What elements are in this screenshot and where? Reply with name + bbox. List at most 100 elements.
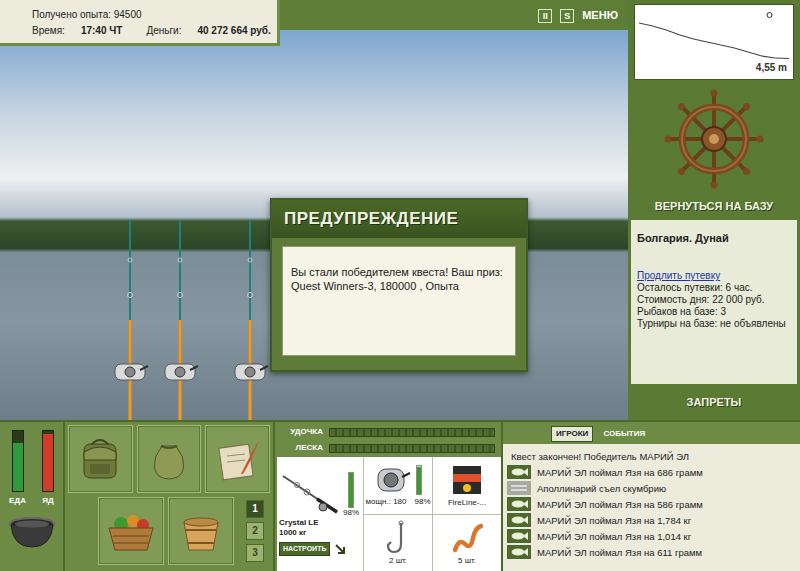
depth-segment (680, 35, 694, 39)
toolbar-button-label[interactable]: II (538, 9, 552, 23)
message-text: МАРИЙ ЭЛ поймал Язя на 611 грамм (537, 545, 702, 560)
slot-button[interactable]: 1 (246, 500, 264, 518)
location-title: Болгария. Дунай (637, 232, 791, 244)
depth-segment (694, 39, 708, 42)
toolbar-button-label[interactable]: S (560, 9, 574, 23)
bucket-icon (176, 506, 226, 556)
base-fact: Стоимость дня: 22 000 руб. (637, 294, 791, 306)
depth-map: 4,55 m (634, 4, 794, 80)
depth-segment (762, 56, 776, 58)
depth-segment (707, 42, 721, 45)
toolbar-button[interactable]: II (538, 8, 552, 23)
slot-switcher: 1 2 3 (246, 497, 264, 565)
hud-panel: Получено опыта: 94500Время:17:40 ЧТДеньг… (0, 0, 280, 46)
tune-button[interactable]: НАСТРОИТЬ (279, 542, 330, 557)
fishing-rod-icon[interactable] (110, 220, 150, 420)
message-text: МАРИЙ ЭЛ поймал Язя на 1,014 кг (537, 529, 691, 544)
line-spool-icon (449, 462, 485, 498)
chat-message: МАРИЙ ЭЛ поймал Язя на 1,014 кг (507, 528, 796, 544)
game-view: II S МЕНЮ Получено опыта: 94500Время:17:40… (0, 0, 628, 420)
meter: ЯД (42, 430, 54, 507)
slot-label[interactable]: 1 (252, 503, 258, 514)
warning-dialog[interactable]: ПРЕДУПРЕЖДЕНИЕВы стали победителем квест… (270, 198, 528, 372)
rod-icon (281, 472, 339, 516)
bans-button[interactable]: ЗАПРЕТЫ (628, 384, 800, 420)
base-info: Болгария. Дунай Продлить путевкуОсталось … (631, 220, 797, 384)
chat-tab-label[interactable]: ИГРОКИ (556, 429, 588, 438)
hook-icon (383, 520, 413, 556)
chat-tabs: ИГРОКИ СОБЫТИЯ (503, 422, 800, 444)
chat-panel: ИГРОКИ СОБЫТИЯ Квест закончен! Победитель … (503, 422, 800, 571)
food-icon (103, 506, 159, 556)
message-text: Аполлинарий съел скумбрию (537, 481, 666, 496)
rod-name: Crystal LE (279, 518, 319, 528)
depth-segment (721, 45, 735, 48)
depth-segment (666, 30, 680, 35)
depth-segment (653, 26, 667, 30)
message-text: МАРИЙ ЭЛ поймал Язя на 586 грамм (537, 497, 703, 512)
fishing-rod-icon[interactable] (160, 220, 200, 420)
fishing-rod-icon[interactable] (230, 220, 270, 420)
chat-message: Квест закончен! Победитель МАРИЙ ЭЛ (507, 448, 796, 464)
depth-segment (639, 23, 653, 26)
slot-button[interactable]: 2 (246, 522, 264, 540)
tension-bar: УДОЧКА (279, 426, 495, 438)
food-tile[interactable] (98, 497, 164, 565)
fork-knife-icon (510, 482, 528, 494)
meter-fill (43, 434, 53, 491)
float-marker (767, 13, 772, 18)
toolbar-button[interactable]: МЕНЮ (582, 7, 618, 24)
reel-power: мощн.: 180 (366, 497, 407, 507)
cauldron-icon[interactable] (7, 515, 57, 549)
backpack-tile[interactable] (68, 425, 133, 493)
fishing-scene[interactable]: ПРЕДУПРЕЖДЕНИЕВы стали победителем квест… (0, 30, 628, 420)
extend-link[interactable]: Продлить путевку (637, 270, 791, 282)
meter: ЕДА (9, 430, 26, 507)
slot-button[interactable]: 3 (246, 544, 264, 562)
tension-label: ЛЕСКА (279, 442, 329, 454)
bait-count: 5 шт. (458, 556, 476, 566)
fish-icon (510, 499, 528, 509)
message-text: Квест закончен! Победитель МАРИЙ ЭЛ (511, 449, 689, 464)
fish-icon (510, 547, 528, 557)
toolbar-button[interactable]: S (560, 8, 574, 23)
resize-arrow-icon[interactable] (334, 543, 346, 555)
map-tile[interactable] (205, 425, 270, 493)
slot-label[interactable]: 3 (252, 547, 258, 558)
map-icon (213, 434, 263, 484)
bait-cell[interactable]: 5 шт. (433, 515, 501, 571)
toolbar-button-label[interactable]: МЕНЮ (582, 7, 618, 24)
rod-cell[interactable]: 98% Crystal LE1000 кг НАСТРОИТЬ (277, 457, 363, 571)
meter-label: ЯД (42, 495, 53, 507)
chat-tab-label[interactable]: СОБЫТИЯ (603, 429, 645, 438)
fish-icon (510, 531, 528, 541)
chat-tab[interactable]: ИГРОКИ (551, 426, 593, 442)
reel-icon (374, 463, 412, 497)
backpack-icon (75, 434, 125, 484)
bag-tile[interactable] (137, 425, 202, 493)
rod-capacity: 1000 кг (279, 528, 306, 538)
meter-fill (13, 443, 23, 491)
chat-message: Аполлинарий съел скумбрию (507, 480, 796, 496)
hook-cell[interactable]: 2 шт. (364, 515, 432, 571)
tension-bar: ЛЕСКА (279, 442, 495, 454)
slot-label[interactable]: 2 (252, 525, 258, 536)
fish-icon (510, 467, 528, 477)
time-label: Время: (32, 23, 65, 39)
chat-message: МАРИЙ ЭЛ поймал Язя на 586 грамм (507, 496, 796, 512)
ship-wheel-icon[interactable] (664, 89, 764, 189)
reel-cell[interactable]: мощн.: 18098% (364, 457, 432, 514)
line-cell[interactable]: FireLine-... (433, 457, 501, 514)
base-fact: Осталось путевки: 6 час. (637, 282, 791, 294)
depth-segment (748, 52, 762, 56)
chat-tab[interactable]: СОБЫТИЯ (599, 427, 649, 441)
return-to-base-button[interactable]: ВЕРНУТЬСЯ НА БАЗУ (628, 198, 800, 216)
meters-panel: ЕДА ЯД (0, 422, 65, 571)
bag-icon (144, 434, 194, 484)
chat-message: МАРИЙ ЭЛ поймал Язя на 1,784 кг (507, 512, 796, 528)
bucket-tile[interactable] (168, 497, 234, 565)
base-fact: Турниры на базе: не объявлены (637, 318, 791, 330)
message-text: МАРИЙ ЭЛ поймал Язя на 686 грамм (537, 465, 703, 480)
dialog-message: Вы стали победителем квеста! Ваш приз: Q… (291, 265, 507, 293)
rod-wear: 98% (343, 508, 359, 518)
